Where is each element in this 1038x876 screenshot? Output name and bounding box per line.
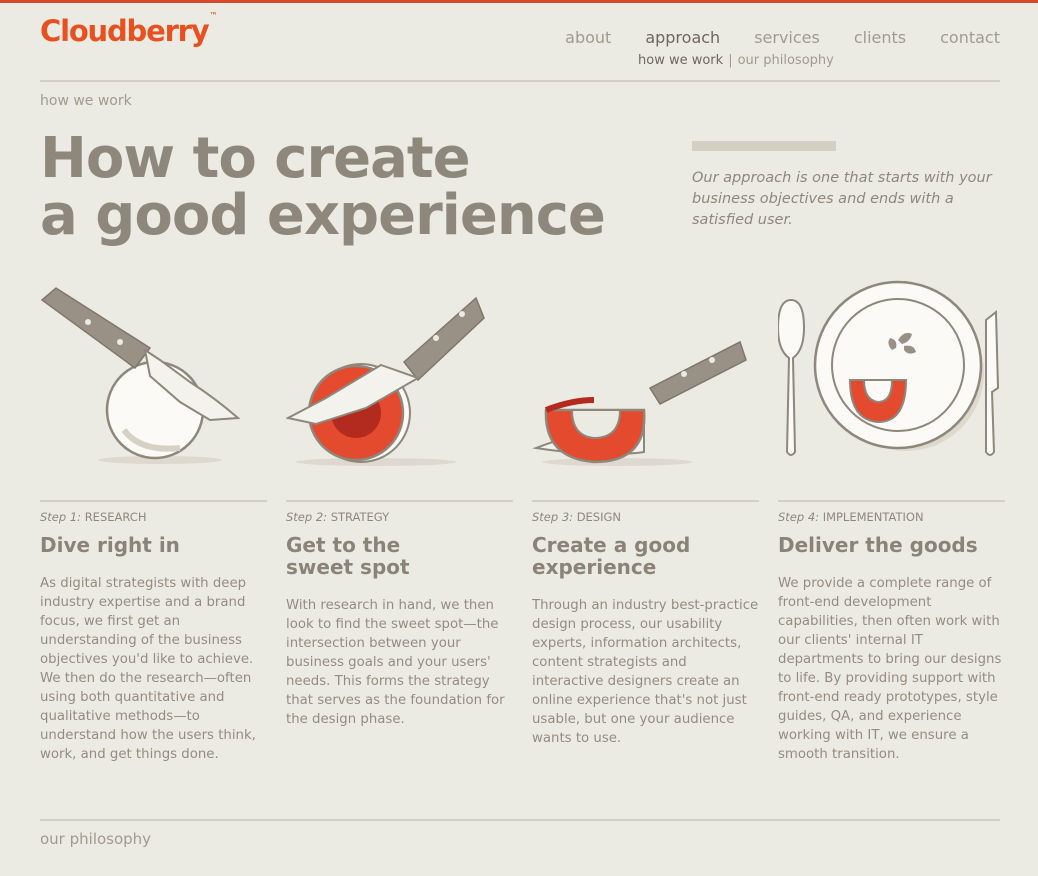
step-research: Step 1: RESEARCH Dive right in As digita… xyxy=(40,500,267,764)
step-kicker: Step 1: RESEARCH xyxy=(40,510,147,524)
knife-sliced-fruit-icon xyxy=(286,296,485,466)
nav-approach[interactable]: approach xyxy=(645,28,720,47)
footer-divider xyxy=(40,819,1000,821)
nav-contact[interactable]: contact xyxy=(940,28,1000,47)
step-design: Step 3: DESIGN Create a good experience … xyxy=(532,500,759,748)
intro-quote: Our approach is one that starts with you… xyxy=(692,170,992,228)
step-title: Get to the sweet spot xyxy=(286,533,410,579)
step-title: Create a good experience xyxy=(532,533,691,579)
step-divider xyxy=(778,500,1005,502)
header-divider xyxy=(40,80,1000,82)
step-divider xyxy=(286,500,513,502)
section-label: how we work xyxy=(40,93,132,109)
title-line-2: a good experience xyxy=(40,183,606,248)
page-title: How to create a good experience xyxy=(40,130,606,244)
step-title: Deliver the goods xyxy=(778,533,978,557)
nav-services[interactable]: services xyxy=(754,28,820,47)
step-kicker: Step 2: STRATEGY xyxy=(286,510,390,524)
step-divider xyxy=(40,500,267,502)
our-philosophy-heading: our philosophy xyxy=(40,830,152,848)
nav-about[interactable]: about xyxy=(565,28,611,47)
step-body: We provide a complete range of front-end… xyxy=(778,576,1002,762)
step-strategy: Step 2: STRATEGY Get to the sweet spot W… xyxy=(286,500,513,729)
step-kicker: Step 3: DESIGN xyxy=(532,510,622,524)
step-body: As digital strategists with deep industr… xyxy=(40,576,256,762)
title-line-1: How to create xyxy=(40,126,471,191)
brand-logo[interactable]: Cloudberry™ xyxy=(40,11,218,48)
step-kicker: Step 4: IMPLEMENTATION xyxy=(778,510,924,524)
step-divider xyxy=(532,500,759,502)
step-body: With research in hand, we then look to f… xyxy=(286,598,505,727)
step-implementation: Step 4: IMPLEMENTATION Deliver the goods… xyxy=(778,500,1005,764)
sub-nav: how we work | our philosophy xyxy=(638,53,834,68)
quote-accent-bar xyxy=(692,141,836,151)
step-body: Through an industry best-practice design… xyxy=(532,598,759,746)
top-accent-bar xyxy=(0,0,1038,3)
knife-fruit-wedge-icon xyxy=(532,340,747,466)
knife-cutting-whole-fruit-icon xyxy=(40,287,241,464)
step-title: Dive right in xyxy=(40,533,180,557)
subnav-our-philosophy[interactable]: our philosophy xyxy=(738,53,834,68)
subnav-how-we-work[interactable]: how we work xyxy=(638,53,723,68)
plated-dish-with-cutlery-icon xyxy=(778,280,1000,456)
nav-clients[interactable]: clients xyxy=(854,28,906,47)
subnav-separator: | xyxy=(728,53,733,68)
main-nav: about approach services clients contact xyxy=(565,28,1000,47)
